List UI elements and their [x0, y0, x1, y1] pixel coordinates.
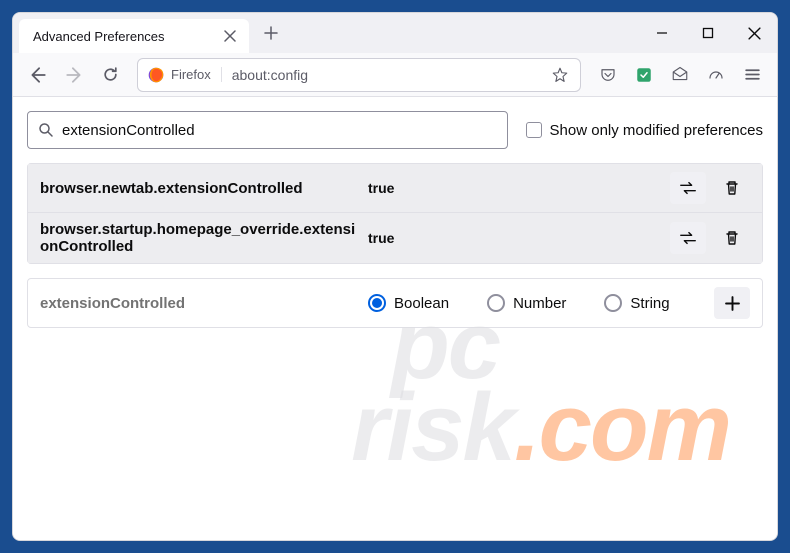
tab-advanced-preferences[interactable]: Advanced Preferences — [19, 19, 249, 53]
mail-button[interactable] — [663, 58, 697, 92]
close-window-button[interactable] — [731, 13, 777, 53]
star-icon — [551, 66, 569, 84]
radio-icon — [487, 294, 505, 312]
menu-button[interactable] — [735, 58, 769, 92]
window-controls — [639, 13, 777, 53]
firefox-logo-icon — [147, 66, 165, 84]
forward-button[interactable] — [57, 58, 91, 92]
minimize-icon — [656, 27, 668, 39]
radio-icon — [604, 294, 622, 312]
pref-results: browser.newtab.extensionControlled true … — [27, 163, 763, 264]
type-radio-group: Boolean Number String — [360, 294, 714, 312]
radio-boolean[interactable]: Boolean — [368, 294, 449, 312]
navigation-toolbar: Firefox about:config — [13, 53, 777, 97]
pocket-button[interactable] — [591, 58, 625, 92]
tab-title: Advanced Preferences — [33, 29, 219, 44]
address-text[interactable]: about:config — [222, 67, 546, 83]
forward-icon — [65, 66, 83, 84]
search-box[interactable] — [27, 111, 508, 149]
close-tab-button[interactable] — [219, 25, 241, 47]
content-area: Show only modified preferences browser.n… — [13, 97, 777, 540]
toggle-button[interactable] — [670, 172, 706, 204]
pref-name: browser.startup.homepage_override.extens… — [40, 221, 360, 255]
radio-string[interactable]: String — [604, 294, 669, 312]
pref-name: browser.newtab.extensionControlled — [40, 180, 360, 197]
mail-icon — [671, 66, 689, 84]
maximize-button[interactable] — [685, 13, 731, 53]
radio-label: Boolean — [394, 295, 449, 312]
pref-actions — [670, 172, 750, 204]
radio-selected-icon — [368, 294, 386, 312]
pref-actions — [670, 222, 750, 254]
pref-row[interactable]: browser.newtab.extensionControlled true — [28, 164, 762, 212]
shield-icon — [635, 66, 653, 84]
back-icon — [29, 66, 47, 84]
url-bar[interactable]: Firefox about:config — [137, 58, 581, 92]
extension-button[interactable] — [627, 58, 661, 92]
trash-icon — [724, 180, 740, 196]
toggle-button[interactable] — [670, 222, 706, 254]
pref-value: true — [360, 180, 670, 196]
search-input[interactable] — [62, 122, 497, 139]
reload-button[interactable] — [93, 58, 127, 92]
browser-window: Advanced Preferences — [12, 12, 778, 541]
hamburger-icon — [744, 66, 761, 83]
reload-icon — [102, 66, 119, 83]
new-tab-button[interactable] — [255, 17, 287, 49]
radio-label: Number — [513, 295, 566, 312]
maximize-icon — [702, 27, 714, 39]
trash-icon — [724, 230, 740, 246]
pref-row[interactable]: browser.startup.homepage_override.extens… — [28, 212, 762, 263]
new-pref-actions — [714, 287, 750, 319]
toggle-icon — [679, 181, 697, 195]
pocket-icon — [599, 66, 617, 84]
tab-bar: Advanced Preferences — [13, 13, 777, 53]
gauge-icon — [707, 66, 725, 84]
pref-value: true — [360, 230, 670, 246]
new-pref-row: extensionControlled Boolean Number Strin… — [28, 279, 762, 327]
toggle-icon — [679, 231, 697, 245]
close-icon — [224, 30, 236, 42]
close-icon — [748, 27, 761, 40]
dashboard-button[interactable] — [699, 58, 733, 92]
back-button[interactable] — [21, 58, 55, 92]
checkbox-label: Show only modified preferences — [550, 122, 763, 139]
delete-button[interactable] — [714, 222, 750, 254]
delete-button[interactable] — [714, 172, 750, 204]
new-pref-name: extensionControlled — [40, 295, 360, 312]
bookmark-button[interactable] — [546, 61, 574, 89]
add-pref-button[interactable] — [714, 287, 750, 319]
new-pref-row-container: extensionControlled Boolean Number Strin… — [27, 278, 763, 328]
minimize-button[interactable] — [639, 13, 685, 53]
search-row: Show only modified preferences — [27, 111, 763, 149]
identity-label[interactable]: Firefox — [171, 67, 222, 82]
radio-number[interactable]: Number — [487, 294, 566, 312]
plus-icon — [725, 296, 740, 311]
plus-icon — [264, 26, 278, 40]
checkbox-icon — [526, 122, 542, 138]
show-modified-toggle[interactable]: Show only modified preferences — [526, 122, 763, 139]
radio-label: String — [630, 295, 669, 312]
search-icon — [38, 122, 54, 138]
